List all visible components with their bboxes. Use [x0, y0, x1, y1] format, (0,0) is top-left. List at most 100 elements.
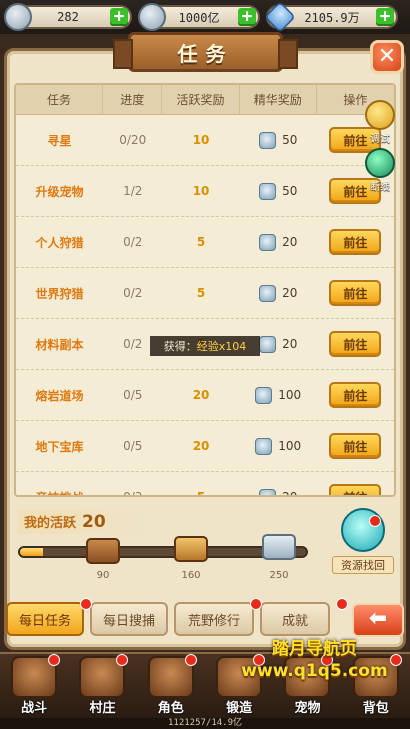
disconnect-icon [365, 148, 395, 178]
blue-crystal-icon [264, 1, 296, 33]
header-essence-reward: 精华奖励 [240, 85, 317, 114]
add-silver-button[interactable]: + [110, 8, 128, 26]
header-active-reward: 活跃奖励 [162, 85, 240, 114]
go-button[interactable]: 前往 [329, 433, 382, 459]
chest-160-value: 160 [181, 570, 201, 581]
nav-forge-label: 锻造 [226, 701, 253, 716]
footer-status: 1121257/14.9亿 [0, 718, 410, 729]
task-essence-reward: 20 [240, 472, 317, 497]
resource-back-label: 资源找回 [332, 556, 394, 574]
essence-stone-icon [259, 335, 277, 353]
essence-value: 50 [282, 184, 298, 198]
tab-daily-search[interactable]: 每日搜捕 [90, 602, 168, 636]
add-crystal-button[interactable]: + [376, 8, 394, 26]
essence-stone-icon [259, 131, 277, 149]
header-task: 任务 [16, 85, 104, 114]
debug-icon [365, 100, 395, 130]
resource-back-gem-icon [341, 508, 385, 552]
chest-160-icon[interactable] [174, 536, 208, 562]
silver-coin-icon [4, 3, 32, 31]
go-button[interactable]: 前往 [329, 331, 382, 357]
essence-value: 20 [282, 337, 298, 351]
task-table: 任务 进度 活跃奖励 精华奖励 操作 寻星 0/20 10 50 前往 升级宠物 1/2 10… [14, 83, 396, 497]
task-action: 前往 [317, 472, 394, 495]
table-body: 寻星 0/20 10 50 前往 升级宠物 1/2 10 50 前往 个人狩猎 0/2 5 20 前往 世界狩… [16, 115, 394, 497]
essence-value: 20 [282, 490, 298, 497]
resource-crystal: 2105.9万 + [264, 1, 398, 33]
chest-250-icon[interactable] [262, 534, 296, 560]
essence-stone-icon [259, 284, 277, 302]
toast-value: 经验x104 [196, 340, 247, 353]
task-progress: 0/5 [123, 439, 143, 453]
task-progress: 1/2 [123, 184, 143, 198]
nav-battle[interactable]: 战斗 [6, 654, 62, 716]
essence-stone-icon [255, 386, 273, 404]
table-row: 升级宠物 1/2 10 50 前往 [16, 166, 394, 217]
go-button[interactable]: 前往 [329, 229, 382, 255]
task-essence-reward: 20 [240, 217, 317, 267]
nav-village-label: 村庄 [89, 701, 116, 716]
task-name: 世界狩猎 [35, 286, 84, 301]
task-active-reward: 5 [196, 235, 206, 249]
debug-button[interactable]: 调试 [360, 100, 400, 145]
page-title: 任务 [113, 32, 298, 72]
activity-value: 20 [82, 512, 106, 532]
gem-bag-icon [138, 3, 166, 31]
nav-village[interactable]: 村庄 [74, 654, 130, 716]
table-row: 世界狩猎 0/2 5 20 前往 [16, 268, 394, 319]
tab-wild-training[interactable]: 荒野修行 [174, 602, 254, 636]
watermark-line1: 踏月导航页 [272, 639, 357, 659]
activity-area: 我的活跃 20 90 160 250 资源找回 [14, 500, 396, 590]
close-button[interactable]: ✕ [370, 40, 404, 74]
header-progress: 进度 [103, 85, 163, 114]
task-active-reward: 10 [192, 133, 210, 147]
resource-crystal-value: 2105.9万 [304, 10, 360, 25]
nav-bag-label: 背包 [362, 701, 389, 716]
task-action: 前往 [317, 268, 394, 318]
activity-progress-fill [20, 548, 43, 556]
essence-value: 100 [278, 388, 302, 402]
tab-achievements[interactable]: 成就 [260, 602, 330, 636]
task-name: 竞技挑战 [16, 472, 103, 496]
task-progress: 0/2 [123, 235, 143, 249]
back-button[interactable]: ⬅ [352, 603, 404, 637]
task-essence-reward: 100 [240, 370, 317, 420]
essence-stone-icon [259, 182, 277, 200]
tab-daily-tasks[interactable]: 每日任务 [6, 602, 84, 636]
resource-silver-value: 282 [57, 10, 79, 24]
toast-prefix: 获得： [163, 340, 197, 353]
nav-character[interactable]: 角色 [143, 654, 199, 716]
essence-stone-icon [259, 233, 277, 251]
resource-back-button[interactable]: 资源找回 [332, 506, 394, 578]
go-button[interactable]: 前往 [329, 280, 382, 306]
task-name: 个人狩猎 [35, 235, 84, 250]
task-progress: 0/3 [123, 490, 143, 497]
task-name: 材料副本 [35, 337, 84, 352]
chest-90-value: 90 [96, 570, 110, 581]
watermark: 踏月导航页 www.q1q5.com [222, 634, 407, 681]
task-active-reward: 5 [196, 286, 206, 300]
task-essence-reward: 20 [240, 268, 317, 318]
chest-90-icon[interactable] [86, 538, 120, 564]
essence-stone-icon [255, 437, 273, 455]
back-arrow-icon: ⬅ [368, 606, 388, 631]
tab-wild-training-badge [250, 598, 262, 610]
go-button[interactable]: 前往 [329, 484, 382, 495]
essence-value: 50 [282, 133, 298, 147]
nav-pet-label: 宠物 [294, 701, 321, 716]
disconnect-label: 断线 [370, 182, 390, 193]
disconnect-button[interactable]: 断线 [360, 148, 400, 193]
table-row: 熔岩道场 0/5 20 100 前往 [16, 370, 394, 421]
essence-stone-icon [259, 488, 277, 495]
add-gem-button[interactable]: + [238, 8, 256, 26]
nav-character-badge [184, 654, 197, 666]
close-icon: ✕ [377, 44, 397, 69]
resource-silver: 282 + [4, 3, 132, 31]
activity-label-text: 我的活跃 [24, 516, 77, 531]
task-action: 前往 [317, 421, 394, 471]
go-button[interactable]: 前往 [329, 382, 382, 408]
activity-label: 我的活跃 20 [18, 510, 148, 534]
essence-value: 20 [282, 286, 298, 300]
tab-achievements-badge [336, 598, 348, 610]
task-progress: 0/20 [119, 133, 147, 147]
